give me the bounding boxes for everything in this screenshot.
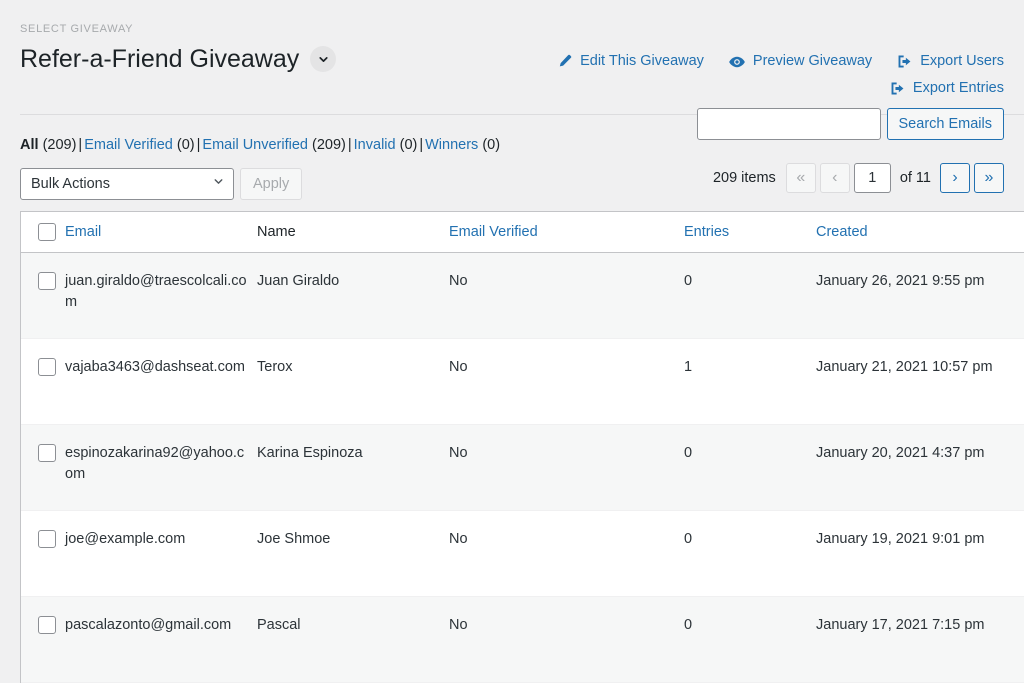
export-entries-link[interactable]: Export Entries [889,75,1004,102]
filter-count-invalid: (0) [399,137,418,153]
filter-count-all: (209) [42,137,77,153]
row-select-cell [21,424,65,511]
select-all-checkbox[interactable] [38,223,56,241]
cell-created: January 26, 2021 9:55 pm [816,252,1024,339]
row-checkbox[interactable] [38,444,56,462]
table-row: pascalazonto@gmail.com Pascal No 0 Janua… [21,596,1024,683]
filter-link-email-unverified[interactable]: Email Unverified [202,137,308,153]
cell-entries: 0 [684,510,816,597]
table-body: juan.giraldo@traescolcali.com Juan Giral… [21,252,1024,683]
users-table: Email Name Email Verified Entries Create… [21,212,1024,683]
column-header-created[interactable]: Created [816,212,1024,253]
filter-count-email-unverified: (209) [312,137,346,153]
cell-email-verified: No [449,424,684,511]
table-row: joe@example.com Joe Shmoe No 0 January 1… [21,510,1024,597]
row-checkbox[interactable] [38,616,56,634]
cell-created: January 19, 2021 9:01 pm [816,510,1024,597]
filter-count-email-verified: (0) [176,137,195,153]
preview-giveaway-link[interactable]: Preview Giveaway [728,48,872,75]
header-actions: Edit This Giveaway Preview Giveaway Expo… [484,48,1004,102]
page-title: Refer-a-Friend Giveaway [20,45,300,73]
users-table-container: Email Name Email Verified Entries Create… [20,211,1024,683]
row-select-cell [21,252,65,339]
column-header-email[interactable]: Email [65,212,257,253]
filter-link-invalid[interactable]: Invalid [354,137,396,153]
cell-email: vajaba3463@dashseat.com [65,338,257,425]
edit-giveaway-link[interactable]: Edit This Giveaway [556,48,704,75]
filter-link-winners[interactable]: Winners [425,137,478,153]
row-select-cell [21,338,65,425]
search-input[interactable] [696,108,881,140]
cell-name: Terox [257,338,449,425]
export-icon [896,53,913,70]
edit-giveaway-label: Edit This Giveaway [580,53,704,69]
cell-email: pascalazonto@gmail.com [65,596,257,683]
table-header-row: Email Name Email Verified Entries Create… [21,212,1024,253]
table-head: Email Name Email Verified Entries Create… [21,212,1024,253]
eye-icon [728,53,746,71]
cell-entries: 0 [684,596,816,683]
cell-name: Karina Espinoza [257,424,449,511]
apply-button[interactable]: Apply [240,168,303,200]
current-page-input[interactable] [853,163,891,193]
cell-name: Joe Shmoe [257,510,449,597]
cell-entries: 1 [684,338,816,425]
column-header-name: Name [257,212,449,253]
cell-email-verified: No [449,338,684,425]
pagination: 209 items « ‹ of 11 › » [713,163,1004,193]
cell-created: January 20, 2021 4:37 pm [816,424,1024,511]
table-navigation: Bulk Actions Apply Search Emails 209 ite… [0,108,1024,205]
export-icon [889,80,906,97]
cell-created: January 21, 2021 10:57 pm [816,338,1024,425]
cell-entries: 0 [684,424,816,511]
filter-link-email-verified[interactable]: Email Verified [84,137,173,153]
column-header-entries[interactable]: Entries [684,212,816,253]
filter-count-winners: (0) [482,137,501,153]
row-checkbox[interactable] [38,530,56,548]
export-users-link[interactable]: Export Users [896,48,1004,75]
cell-name: Pascal [257,596,449,683]
search-group: Search Emails [696,108,1004,140]
cell-email-verified: No [449,596,684,683]
last-page-button[interactable]: » [974,163,1004,193]
row-checkbox[interactable] [38,272,56,290]
table-row: espinozakarina92@yahoo.com Karina Espino… [21,424,1024,511]
row-checkbox[interactable] [38,358,56,376]
row-select-cell [21,596,65,683]
cell-email-verified: No [449,510,684,597]
export-users-label: Export Users [920,53,1004,69]
cell-email: joe@example.com [65,510,257,597]
next-page-button[interactable]: › [940,163,970,193]
cell-created: January 17, 2021 7:15 pm [816,596,1024,683]
filter-separator: | [347,137,352,153]
column-header-email-verified[interactable]: Email Verified [449,212,684,253]
first-page-button[interactable]: « [785,163,816,193]
page-header: SELECT GIVEAWAY Refer-a-Friend Giveaway … [0,0,1024,115]
pencil-icon [556,53,573,70]
chevron-down-icon[interactable] [310,46,337,72]
cell-entries: 0 [684,252,816,339]
cell-email: juan.giraldo@traescolcali.com [65,252,257,339]
row-select-cell [21,510,65,597]
table-row: vajaba3463@dashseat.com Terox No 1 Janua… [21,338,1024,425]
export-entries-label: Export Entries [912,80,1004,96]
select-all-header [21,212,65,253]
cell-email: espinozakarina92@yahoo.com [65,424,257,511]
total-pages-label: of 11 [899,170,931,186]
filter-link-all[interactable]: All [20,137,39,153]
cell-email-verified: No [449,252,684,339]
filter-separator: | [419,137,424,153]
prev-page-button[interactable]: ‹ [819,163,850,193]
table-row: juan.giraldo@traescolcali.com Juan Giral… [21,252,1024,339]
cell-name: Juan Giraldo [257,252,449,339]
bulk-actions-select[interactable]: Bulk Actions [20,168,234,200]
items-count-label: 209 items [712,170,776,186]
select-giveaway-label: SELECT GIVEAWAY [20,23,134,35]
search-emails-button[interactable]: Search Emails [886,108,1004,140]
preview-giveaway-label: Preview Giveaway [752,53,873,69]
